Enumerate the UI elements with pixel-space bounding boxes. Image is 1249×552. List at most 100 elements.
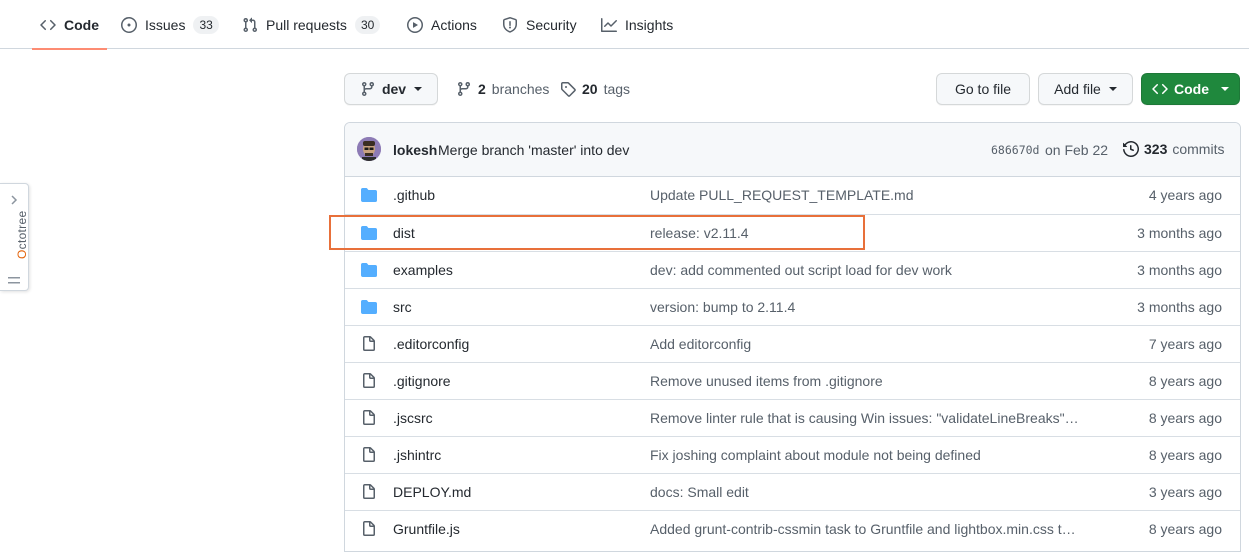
avatar[interactable] — [357, 137, 381, 161]
file-icon — [361, 447, 377, 463]
add-file-button[interactable]: Add file — [1038, 73, 1133, 105]
code-button-label: Code — [1174, 81, 1209, 97]
git-branch-icon — [360, 81, 376, 97]
file-row[interactable]: examples dev: add commented out script l… — [345, 251, 1240, 288]
file-icon — [361, 410, 377, 426]
commits-link[interactable]: 323 commits — [1123, 137, 1224, 161]
tab-security-label: Security — [526, 16, 577, 33]
commits-count: 323 — [1144, 141, 1168, 157]
file-commit-message[interactable]: dev: add commented out script load for d… — [650, 262, 1080, 278]
file-row[interactable]: Gruntfile.js Added grunt-contrib-cssmin … — [345, 510, 1240, 547]
file-name[interactable]: .editorconfig — [393, 336, 469, 352]
tab-issues[interactable]: Issues 33 — [121, 0, 219, 49]
file-name[interactable]: .jshintrc — [393, 447, 441, 463]
commits-label: commits — [1172, 141, 1225, 157]
file-age: 8 years ago — [1148, 447, 1222, 463]
repo-nav: Code Issues 33 Pull requests 30 Actions … — [0, 0, 1249, 50]
go-to-file-label: Go to file — [954, 81, 1012, 97]
file-name[interactable]: dist — [393, 225, 415, 241]
issues-counter: 33 — [193, 15, 219, 34]
file-name[interactable]: Gruntfile.js — [393, 521, 460, 537]
file-icon — [361, 484, 377, 500]
file-name[interactable]: examples — [393, 262, 453, 278]
file-age: 8 years ago — [1148, 373, 1222, 389]
tags-label: tags — [603, 81, 631, 97]
file-row[interactable]: .editorconfig Add editorconfig 7 years a… — [345, 325, 1240, 362]
file-row[interactable]: .jscsrc Remove linter rule that is causi… — [345, 399, 1240, 436]
caret-down-icon — [1108, 87, 1117, 91]
tab-actions[interactable]: Actions — [407, 0, 477, 49]
file-name[interactable]: .jscsrc — [393, 410, 433, 426]
pull-requests-counter: 30 — [354, 15, 381, 34]
file-age: 4 years ago — [1148, 187, 1222, 203]
octotree-label: Octotree — [15, 210, 29, 259]
file-name[interactable]: src — [393, 299, 412, 315]
file-name[interactable]: .gitignore — [393, 373, 451, 389]
file-row[interactable]: .jshintrc Fix joshing complaint about mo… — [345, 436, 1240, 473]
file-age: 3 months ago — [1137, 299, 1222, 315]
branch-selector[interactable]: dev — [344, 73, 438, 105]
file-age: 7 years ago — [1148, 336, 1222, 352]
file-row[interactable]: .gitignore Remove unused items from .git… — [345, 362, 1240, 399]
folder-icon — [361, 225, 377, 241]
folder-icon — [361, 187, 377, 203]
file-name[interactable]: .github — [393, 187, 435, 203]
file-commit-message[interactable]: Add editorconfig — [650, 336, 1080, 352]
file-commit-message[interactable]: release: v2.11.4 — [650, 225, 1080, 241]
file-commit-message[interactable]: version: bump to 2.11.4 — [650, 299, 1080, 315]
commit-date: on Feb 22 — [1045, 142, 1109, 158]
file-icon — [361, 336, 377, 352]
tab-issues-label: Issues — [145, 16, 186, 33]
tab-code[interactable]: Code — [32, 0, 107, 50]
file-row[interactable]: DEPLOY.md docs: Small edit 3 years ago — [345, 473, 1240, 510]
tab-code-label: Code — [64, 16, 99, 33]
commit-message[interactable]: Merge branch 'master' into dev — [438, 142, 629, 158]
chevron-right-icon — [9, 194, 19, 206]
file-age: 3 months ago — [1137, 225, 1222, 241]
issue-opened-icon — [121, 16, 137, 33]
file-age: 8 years ago — [1148, 410, 1222, 426]
file-row[interactable]: dist release: v2.11.4 3 months ago — [345, 214, 1240, 251]
branches-label: branches — [491, 81, 550, 97]
shield-icon — [502, 16, 518, 33]
file-commit-message[interactable]: Update PULL_REQUEST_TEMPLATE.md — [650, 187, 1080, 203]
file-row[interactable]: .github Update PULL_REQUEST_TEMPLATE.md … — [345, 177, 1240, 214]
folder-icon — [361, 299, 377, 315]
tab-pull-requests[interactable]: Pull requests 30 — [242, 0, 381, 49]
code-button[interactable]: Code — [1141, 73, 1240, 105]
history-icon — [1123, 141, 1139, 157]
folder-icon — [361, 262, 377, 278]
code-icon — [1152, 81, 1168, 97]
go-to-file-button[interactable]: Go to file — [936, 73, 1030, 105]
file-icon — [361, 521, 377, 537]
tab-actions-label: Actions — [431, 16, 477, 33]
file-name[interactable]: DEPLOY.md — [393, 484, 471, 500]
git-branch-icon — [456, 81, 472, 97]
file-age: 8 years ago — [1148, 521, 1222, 537]
tags-count: 20 — [582, 81, 598, 97]
tab-security[interactable]: Security — [502, 0, 577, 49]
hamburger-icon — [8, 276, 20, 286]
file-row[interactable]: src version: bump to 2.11.4 3 months ago — [345, 288, 1240, 325]
file-commit-message[interactable]: Fix joshing complaint about module not b… — [650, 447, 1080, 463]
tags-link[interactable]: 20 tags — [560, 73, 630, 105]
add-file-label: Add file — [1054, 81, 1101, 97]
pull-request-icon — [242, 17, 258, 33]
file-commit-message[interactable]: docs: Small edit — [650, 484, 1080, 500]
branch-name: dev — [381, 81, 407, 97]
tab-insights[interactable]: Insights — [601, 0, 673, 49]
file-commit-message[interactable]: Added grunt-contrib-cssmin task to Grunt… — [650, 521, 1080, 537]
file-icon — [361, 373, 377, 389]
branches-link[interactable]: 2 branches — [456, 73, 549, 105]
file-age: 3 years ago — [1148, 484, 1222, 500]
commit-sha[interactable]: 686670d — [991, 143, 1039, 157]
octotree-toggle[interactable]: Octotree — [0, 183, 29, 291]
file-commit-message[interactable]: Remove unused items from .gitignore — [650, 373, 1080, 389]
code-icon — [40, 17, 56, 33]
tag-icon — [560, 81, 576, 97]
file-browser: lokesh Merge branch 'master' into dev 68… — [344, 122, 1241, 552]
commit-author[interactable]: lokesh — [393, 142, 437, 158]
file-age: 3 months ago — [1137, 262, 1222, 278]
caret-down-icon — [414, 87, 423, 91]
file-commit-message[interactable]: Remove linter rule that is causing Win i… — [650, 410, 1080, 426]
